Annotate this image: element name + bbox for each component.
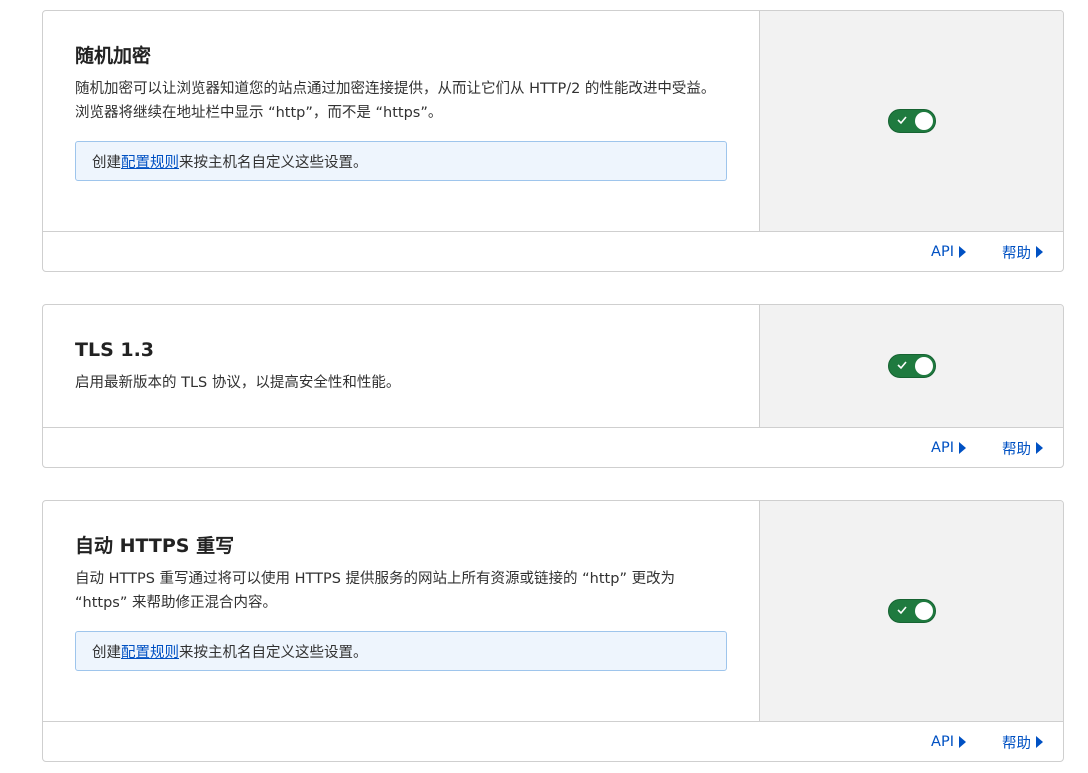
card-content: 随机加密 随机加密可以让浏览器知道您的站点通过加密连接提供，从而让它们从 HTT… [43, 11, 759, 231]
card-description: 启用最新版本的 TLS 协议，以提高安全性和性能。 [75, 375, 401, 391]
automatic-https-rewrites-toggle[interactable] [887, 599, 936, 623]
help-link[interactable]: 帮助 [1002, 242, 1043, 263]
tls13-toggle[interactable] [887, 354, 936, 378]
card-control-panel [759, 305, 1063, 427]
caret-right-icon [959, 442, 966, 454]
caret-right-icon [1036, 246, 1043, 258]
api-link[interactable]: API [931, 440, 966, 456]
help-link[interactable]: 帮助 [1002, 438, 1043, 459]
card-control-panel [759, 11, 1063, 231]
card-title: TLS 1.3 [75, 339, 155, 361]
automatic-https-rewrites-card: 自动 HTTPS 重写 自动 HTTPS 重写通过将可以使用 HTTPS 提供服… [42, 500, 1064, 762]
caret-right-icon [1036, 736, 1043, 748]
api-link-label: API [931, 244, 954, 260]
card-description: 随机加密可以让浏览器知道您的站点通过加密连接提供，从而让它们从 HTTP/2 的… [75, 81, 716, 121]
configuration-rules-link[interactable]: 配置规则 [121, 151, 179, 172]
opportunistic-encryption-toggle[interactable] [887, 109, 936, 133]
card-main: 随机加密 随机加密可以让浏览器知道您的站点通过加密连接提供，从而让它们从 HTT… [43, 11, 1063, 232]
help-link-label: 帮助 [1002, 441, 1031, 458]
toggle-knob [914, 112, 933, 130]
opportunistic-encryption-card: 随机加密 随机加密可以让浏览器知道您的站点通过加密连接提供，从而让它们从 HTT… [42, 10, 1064, 272]
card-title: 随机加密 [75, 45, 152, 67]
card-main: TLS 1.3 启用最新版本的 TLS 协议，以提高安全性和性能。 [43, 305, 1063, 428]
api-link-label: API [931, 734, 954, 750]
toggle-knob [914, 357, 933, 375]
card-title: 自动 HTTPS 重写 [75, 535, 235, 557]
check-icon [896, 361, 907, 370]
info-suffix: 来按主机名自定义这些设置。 [179, 644, 368, 661]
toggle-knob [914, 602, 933, 620]
api-link-label: API [931, 440, 954, 456]
help-link-label: 帮助 [1002, 735, 1031, 752]
info-box: 创建 配置规则 来按主机名自定义这些设置。 [75, 631, 727, 671]
info-prefix: 创建 [92, 644, 121, 661]
card-footer: API 帮助 [43, 428, 1063, 467]
info-suffix: 来按主机名自定义这些设置。 [179, 154, 368, 171]
help-link-label: 帮助 [1002, 245, 1031, 262]
api-link[interactable]: API [931, 734, 966, 750]
card-footer: API 帮助 [43, 722, 1063, 761]
info-prefix: 创建 [92, 154, 121, 171]
help-link[interactable]: 帮助 [1002, 732, 1043, 753]
caret-right-icon [959, 246, 966, 258]
check-icon [896, 116, 907, 125]
card-content: 自动 HTTPS 重写 自动 HTTPS 重写通过将可以使用 HTTPS 提供服… [43, 501, 759, 721]
info-box: 创建 配置规则 来按主机名自定义这些设置。 [75, 141, 727, 181]
card-control-panel [759, 501, 1063, 721]
api-link[interactable]: API [931, 244, 966, 260]
caret-right-icon [959, 736, 966, 748]
configuration-rules-link[interactable]: 配置规则 [121, 641, 179, 662]
card-main: 自动 HTTPS 重写 自动 HTTPS 重写通过将可以使用 HTTPS 提供服… [43, 501, 1063, 722]
card-footer: API 帮助 [43, 232, 1063, 271]
check-icon [896, 606, 907, 615]
caret-right-icon [1036, 442, 1043, 454]
card-content: TLS 1.3 启用最新版本的 TLS 协议，以提高安全性和性能。 [43, 305, 759, 427]
tls13-card: TLS 1.3 启用最新版本的 TLS 协议，以提高安全性和性能。 API 帮助 [42, 304, 1064, 468]
card-description: 自动 HTTPS 重写通过将可以使用 HTTPS 提供服务的网站上所有资源或链接… [75, 571, 676, 611]
